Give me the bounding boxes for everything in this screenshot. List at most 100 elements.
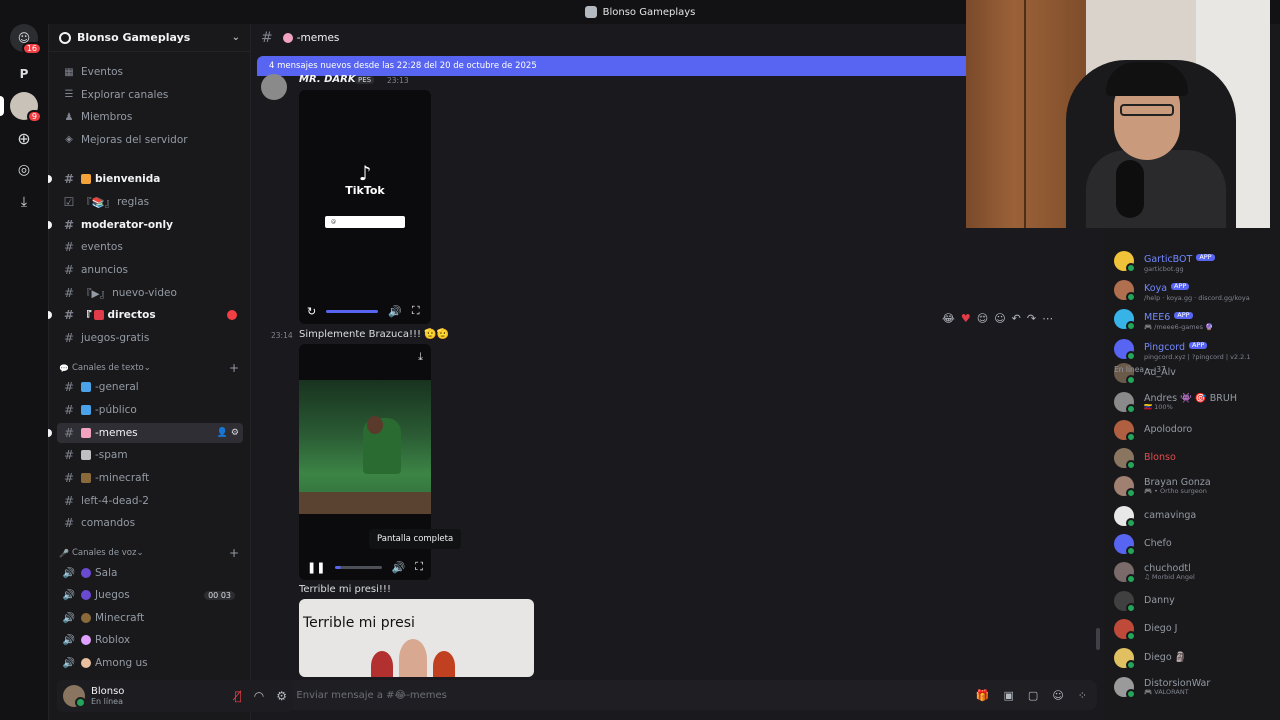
server-header[interactable]: Blonso Gameplays ⌄ xyxy=(49,24,250,52)
gif-icon[interactable]: ▣ xyxy=(1004,689,1014,702)
member-garticbot[interactable]: GarticBOT APP garticbot.gg xyxy=(1114,248,1274,274)
pause-icon[interactable]: ❚❚ xyxy=(307,561,325,574)
gift-icon[interactable]: 🎁 xyxy=(976,689,990,702)
composer-input[interactable]: Enviar mensaje a #😂-memes xyxy=(296,690,446,701)
laugh-reaction-icon[interactable]: 😂 xyxy=(942,312,955,325)
category-label: Canales de voz xyxy=(71,548,137,558)
voice-channel-sala[interactable]: 🔊 Sala xyxy=(57,563,243,583)
member-koya[interactable]: Koya APP/help · koya.gg · discord.gg/koya xyxy=(1114,277,1274,303)
progress-bar[interactable] xyxy=(326,309,379,313)
discover-button[interactable]: ◎ xyxy=(10,156,38,184)
apps-icon[interactable]: ⁘ xyxy=(1078,689,1087,702)
member-item[interactable]: Chefo xyxy=(1114,531,1274,557)
channel-nuevo-video[interactable]: # 『▶』 nuevo-video xyxy=(57,283,243,303)
member-item[interactable]: Blonso xyxy=(1114,445,1274,471)
message-composer[interactable]: ⊕ Enviar mensaje a #😂-memes 🎁 ▣ ▢ ☺ ⁘ xyxy=(259,680,1097,710)
sticker-icon[interactable]: ▢ xyxy=(1028,689,1038,702)
meme-person xyxy=(399,639,427,677)
channel-actions[interactable]: 👤 ⚙ xyxy=(217,428,239,438)
message-author[interactable]: MR. DARK xyxy=(299,74,356,85)
member-item[interactable]: Andres 👾 🎯 BRUH 🇻🇪 100% xyxy=(1114,389,1274,415)
member-item[interactable]: Apolodoro xyxy=(1114,417,1274,443)
new-messages-bar[interactable]: 4 mensajes nuevos desde las 22:28 del 20… xyxy=(257,56,977,76)
avatar xyxy=(1114,591,1136,613)
headphones-icon[interactable]: ◠ xyxy=(254,689,264,703)
forward-icon[interactable]: ↷ xyxy=(1027,312,1036,325)
sidebar-item-explorar-canales[interactable]: ☰ Explorar canales xyxy=(57,85,243,105)
avatar[interactable] xyxy=(63,685,86,708)
member-item[interactable]: Diego J xyxy=(1114,616,1274,642)
heart-reaction-icon[interactable]: ♥ xyxy=(961,312,971,325)
progress-bar[interactable] xyxy=(335,565,382,569)
avatar[interactable] xyxy=(261,74,287,100)
channel-spam[interactable]: # -spam xyxy=(57,445,243,465)
calendar-icon: ▦ xyxy=(64,66,74,78)
sidebar-item-mejoras-del-servidor[interactable]: ◈ Mejoras del servidor xyxy=(57,130,243,150)
download-icon[interactable]: ⤓ xyxy=(418,350,423,364)
member-pingcord[interactable]: Pingcord APP pingcord.xyz | ?pingcord | v2… xyxy=(1114,336,1274,362)
category-voice-channels[interactable]: 🎤 Canales de voz ⌄ + xyxy=(59,546,243,560)
mic-muted-icon[interactable]: 🎙̸ xyxy=(235,689,242,703)
reply-icon[interactable]: ↶ xyxy=(1012,312,1021,325)
tiktok-video[interactable]: ♪ TikTok @ ↻ 🔊 ⛶ xyxy=(299,90,431,324)
channel-público[interactable]: # -público xyxy=(57,400,243,420)
channel-juegos-gratis[interactable]: # juegos-gratis xyxy=(57,328,243,348)
member-item[interactable]: Danny xyxy=(1114,588,1274,614)
channel-reglas[interactable]: ☑ 『📚』 reglas xyxy=(57,192,243,212)
member-item[interactable]: camavinga xyxy=(1114,503,1274,529)
speaker-icon: 🔊 xyxy=(62,567,76,579)
fullscreen-icon[interactable]: ⛶ xyxy=(415,560,423,574)
sidebar-item-miembros[interactable]: ♟ Miembros xyxy=(57,107,243,127)
member-status: 🎮 VALORANT xyxy=(1144,687,1189,696)
add-channel-icon[interactable]: + xyxy=(229,546,239,560)
channel-comandos[interactable]: # comandos xyxy=(57,513,243,533)
volume-icon[interactable]: 🔊 xyxy=(392,561,406,574)
channel-directos[interactable]: # 『 directos xyxy=(48,305,243,325)
voice-channel-roblox[interactable]: 🔊 Roblox xyxy=(57,630,243,650)
channel-left-4-dead-2[interactable]: # left-4-dead-2 xyxy=(57,491,243,511)
voice-user-count: 00 03 xyxy=(204,590,235,600)
gear-icon[interactable]: ⚙ xyxy=(276,689,287,703)
replay-icon[interactable]: ↻ xyxy=(307,305,316,318)
more-icon[interactable]: ⋯ xyxy=(1042,312,1053,325)
message-action-bar: 😂 ♥ 😌 ☺ ↶ ↷ ⋯ xyxy=(942,312,1053,325)
category-text-channels[interactable]: 💬 Canales de texto ⌄ + xyxy=(59,361,243,375)
emoji-icon[interactable]: ☺ xyxy=(1052,689,1063,702)
member-item[interactable]: Brayan Gonza 🎮 • Ortho surgeon xyxy=(1114,473,1274,499)
channel-minecraft[interactable]: # -minecraft xyxy=(57,468,243,488)
scrollbar[interactable] xyxy=(1096,628,1100,650)
member-mee6[interactable]: MEE6 APP 🎮 /meee6-games 🔮 xyxy=(1114,306,1274,332)
server-blonso-button[interactable]: 9 xyxy=(10,92,42,123)
server-p-button[interactable]: P xyxy=(10,60,38,88)
add-server-button[interactable]: ⊕ xyxy=(10,124,38,152)
channel-memes[interactable]: # -memes 👤 ⚙ xyxy=(48,423,243,443)
member-item[interactable]: chuchodtl ♫ Morbid Angel xyxy=(1114,559,1274,585)
voice-channel-juegos[interactable]: 🔊 Juegos 00 03 xyxy=(57,585,243,605)
chevron-down-icon: ⌄ xyxy=(136,548,144,558)
channel-eventos[interactable]: # eventos xyxy=(57,237,243,257)
channel-general[interactable]: # -general xyxy=(57,377,243,397)
voice-channel-minecraft[interactable]: 🔊 Minecraft xyxy=(57,608,243,628)
member-name: GarticBOT xyxy=(1144,254,1193,266)
download-button[interactable]: ⤓ xyxy=(10,188,38,216)
fullscreen-icon[interactable]: ⛶ xyxy=(412,304,420,318)
meme-image[interactable]: Terrible mi presi xyxy=(299,599,534,677)
smile-reaction-icon[interactable]: 😌 xyxy=(977,312,988,325)
sidebar-item-label: Explorar canales xyxy=(81,88,169,101)
member-item[interactable]: DistorsionWar 🎮 VALORANT xyxy=(1114,674,1274,700)
window-title: Blonso Gameplays xyxy=(602,6,696,18)
channel-prefix: 『▶』 xyxy=(81,287,111,300)
add-channel-icon[interactable]: + xyxy=(229,361,239,375)
channel-anuncios[interactable]: # anuncios xyxy=(57,260,243,280)
direct-messages-button[interactable]: ☺ 16 xyxy=(10,24,42,55)
voice-channel-among-us[interactable]: 🔊 Among us xyxy=(57,653,243,673)
sidebar-item-eventos[interactable]: ▦ Eventos xyxy=(57,62,243,82)
member-item[interactable]: Diego 🗿 xyxy=(1114,645,1274,671)
speaker-icon: 🔊 xyxy=(62,657,76,669)
volume-icon[interactable]: 🔊 xyxy=(388,305,402,318)
hash-icon: # xyxy=(63,218,75,232)
add-reaction-icon[interactable]: ☺ xyxy=(994,312,1005,325)
channel-moderator-only[interactable]: # moderator-only xyxy=(48,215,243,235)
hash-icon: # xyxy=(63,403,75,417)
channel-bienvenida[interactable]: # bienvenida xyxy=(48,169,243,189)
